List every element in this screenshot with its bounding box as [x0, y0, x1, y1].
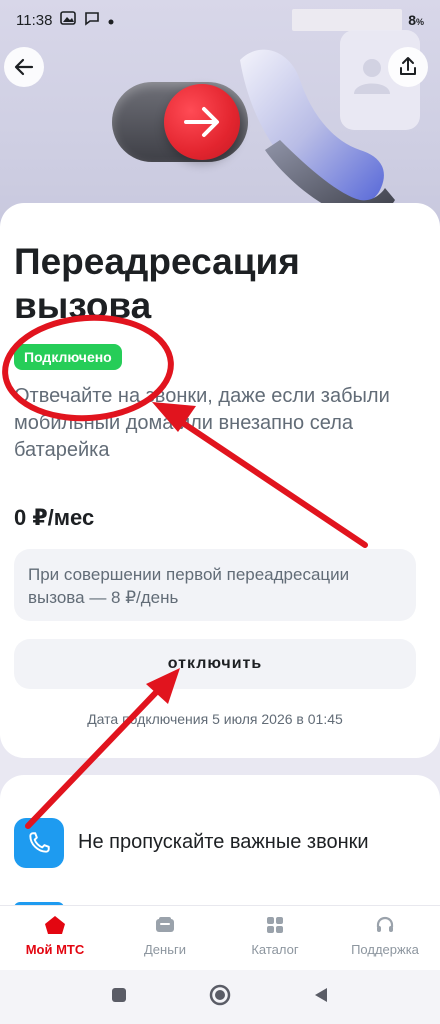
share-button[interactable]: [388, 47, 428, 87]
connection-date: Дата подключения 5 июля 2026 в 01:45: [87, 711, 343, 727]
disable-button[interactable]: отключить: [14, 639, 416, 689]
nav-item-catalog[interactable]: Каталог: [220, 906, 330, 970]
share-icon: [400, 57, 416, 75]
triangle-back-icon: [315, 987, 327, 1002]
service-price: 0 ₽/мес: [14, 505, 95, 530]
nav-label: Деньги: [144, 942, 186, 957]
system-navigation-bar: [0, 970, 440, 1024]
grid-icon: [267, 917, 283, 933]
dot-icon: [108, 12, 114, 29]
nav-label: Поддержка: [351, 942, 419, 957]
recents-button[interactable]: [110, 986, 128, 1009]
nav-label: Мой МТС: [25, 942, 85, 957]
back-system-button[interactable]: [312, 986, 330, 1009]
nav-label: Каталог: [251, 942, 299, 957]
back-button[interactable]: [4, 47, 44, 87]
phone-icon: [29, 832, 50, 853]
home-icon: [45, 916, 65, 934]
home-system-button[interactable]: [208, 983, 232, 1012]
circle-icon: [209, 984, 231, 1005]
gallery-icon: [60, 10, 77, 30]
nav-item-my-mts[interactable]: Мой МТС: [0, 906, 110, 970]
service-description: Отвечайте на звонки, даже если забыли мо…: [14, 385, 390, 461]
status-time: 11:38: [16, 11, 53, 29]
feature-title: Не пропускайте важные звонки: [78, 831, 369, 853]
arrow-left-icon: [14, 58, 34, 76]
feature-icon-tile: [14, 818, 64, 868]
headset-icon: [376, 916, 394, 932]
phone-handset-illustration: [240, 30, 420, 216]
nav-item-support[interactable]: Поддержка: [330, 906, 440, 970]
status-badge: Подключено: [14, 344, 122, 370]
square-icon: [112, 987, 126, 1002]
price-note: При совершении первой переадресации вызо…: [14, 549, 416, 621]
wallet-icon: [156, 917, 174, 932]
hero-banner: 11:38 8%: [0, 0, 440, 230]
page-title: Переадресация вызова: [14, 241, 300, 326]
bottom-navigation: Мой МТС Деньги Каталог Поддержка: [0, 905, 440, 970]
chat-icon: [84, 10, 100, 30]
nav-item-money[interactable]: Деньги: [110, 906, 220, 970]
